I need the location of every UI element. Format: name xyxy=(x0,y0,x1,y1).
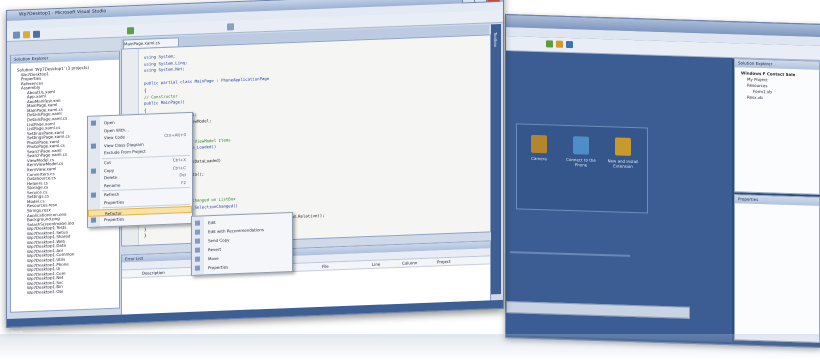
background-app-window: Camera Connect to the Phone New and Inst… xyxy=(505,14,820,348)
back-notification-bar xyxy=(506,301,690,319)
menu-item-label: Edit xyxy=(208,219,216,226)
code-line: using System.Linq; xyxy=(144,59,188,67)
column-file[interactable]: File xyxy=(322,263,329,270)
column-line[interactable]: Line xyxy=(372,261,380,268)
open-icon[interactable] xyxy=(23,31,30,39)
code-line: { xyxy=(144,107,147,113)
menu-item-label: Delete xyxy=(104,174,118,181)
submenu-item[interactable]: Properties xyxy=(192,261,292,272)
menu-item-label: Move xyxy=(208,255,219,262)
refactor-submenu: Edit Edit with Recommendations Send Copy Re… xyxy=(191,211,293,276)
menu-item-icon xyxy=(91,183,96,188)
connect-phone-tile[interactable]: Connect to the Phone xyxy=(563,136,599,168)
menu-item-shortcut: Ctrl+X xyxy=(172,157,186,163)
menu-item-icon xyxy=(91,143,96,149)
window-title: Wp7Desktop1 - Microsoft Visual Studio xyxy=(19,9,107,18)
menu-item-label: Send Copy xyxy=(208,237,230,244)
menu-item-icon xyxy=(195,265,200,271)
back-properties-pane: Properties xyxy=(734,194,820,343)
tile-label: Camera xyxy=(531,155,547,162)
menu-item-icon xyxy=(91,161,96,166)
menu-item-icon xyxy=(91,120,96,126)
menu-item-label: Edit with Recommendations xyxy=(208,227,265,235)
menu-item-icon xyxy=(91,128,96,133)
column-description[interactable]: Description xyxy=(142,269,165,277)
menu-item-shortcut: Del xyxy=(179,172,186,178)
code-line: using System; xyxy=(144,53,176,60)
code-line: // Constructor xyxy=(144,92,178,100)
save-icon[interactable] xyxy=(33,30,40,38)
menu-item-icon xyxy=(91,151,96,156)
start-debug-icon[interactable] xyxy=(127,27,134,35)
menu-item-icon xyxy=(195,238,200,244)
package-icon xyxy=(615,137,631,156)
menu-item-icon xyxy=(91,217,96,223)
tile-label: New and Install Extension xyxy=(607,158,639,170)
code-line: { xyxy=(144,87,147,93)
menu-item-label: Exclude From Project xyxy=(104,149,146,156)
menu-item-label: Open xyxy=(104,119,115,126)
new-project-icon[interactable] xyxy=(13,31,20,39)
menu-item-label: Properties xyxy=(104,199,125,206)
menu-item-label: Rename xyxy=(104,182,121,189)
context-menu: Open Open With... View Code Ctrl+Alt+0 View … xyxy=(87,111,193,228)
pane-title: Properties xyxy=(735,195,819,206)
menu-item-label: View Class Diagram xyxy=(104,141,144,149)
menu-item-icon xyxy=(195,229,200,235)
menu-item-icon xyxy=(91,168,96,174)
menu-item-icon xyxy=(91,192,96,199)
menu-item-icon xyxy=(195,256,200,262)
column-project[interactable]: Project xyxy=(437,258,451,266)
menu-item-label: Copy xyxy=(104,167,115,173)
divider xyxy=(510,251,630,257)
code-line: using System.Net; xyxy=(144,66,185,73)
tile-label: Connect to the Phone xyxy=(566,156,596,168)
menu-item-label: Revert xyxy=(208,246,222,253)
camera-tile[interactable]: Camera xyxy=(521,134,557,162)
menu-item-label: Cut xyxy=(104,159,111,166)
code-line: public partial class MainPage : PhoneApp… xyxy=(144,76,270,87)
menu-item-icon xyxy=(195,247,200,253)
code-line: public MainPage() xyxy=(144,99,185,106)
toolbar-icon[interactable] xyxy=(566,40,573,49)
menu-item-label: Refresh xyxy=(104,192,120,198)
phone-icon xyxy=(573,136,589,155)
menu-item-shortcut: Ctrl+C xyxy=(172,164,186,171)
menu-item-label: Properties xyxy=(104,216,125,223)
start-page-canvas: Camera Connect to the Phone New and Inst… xyxy=(506,51,732,343)
toolbar-icon[interactable] xyxy=(546,40,553,48)
menu-item-label: Properties xyxy=(208,264,229,271)
menu-item-icon xyxy=(195,220,200,226)
menu-item-label: View Code xyxy=(104,134,126,141)
floor-reflection xyxy=(0,334,820,360)
menu-item-icon xyxy=(92,211,97,216)
code-line: } xyxy=(144,232,147,238)
pane-title: Solution Explorer xyxy=(11,51,119,64)
start-page-panel: Camera Connect to the Phone New and Inst… xyxy=(516,123,648,214)
code-line: } xyxy=(144,226,147,232)
menu-item-icon xyxy=(91,136,96,141)
back-solution-explorer: Solution Explorer Windows F Contact Sale… xyxy=(734,58,820,195)
camera-icon xyxy=(531,134,547,154)
column-column[interactable]: Column xyxy=(402,259,417,267)
menu-item-shortcut: Ctrl+Alt+0 xyxy=(164,132,186,139)
tree-item[interactable]: Resx.vb xyxy=(735,93,819,102)
menu-item-label: Open With... xyxy=(104,126,129,133)
toolbox-strip[interactable]: Toolbox xyxy=(491,23,501,295)
extension-tile[interactable]: New and Install Extension xyxy=(605,137,641,169)
toolbar-icon[interactable] xyxy=(556,40,563,48)
menu-item-icon xyxy=(91,201,96,206)
menu-item-icon xyxy=(91,176,96,181)
toolbox-label: Toolbox xyxy=(493,32,498,48)
menu-item-shortcut: F2 xyxy=(181,179,186,186)
find-icon[interactable] xyxy=(227,23,234,31)
visual-studio-window: Wp7Desktop1 - Microsoft Visual Studio Fi… xyxy=(6,0,504,335)
